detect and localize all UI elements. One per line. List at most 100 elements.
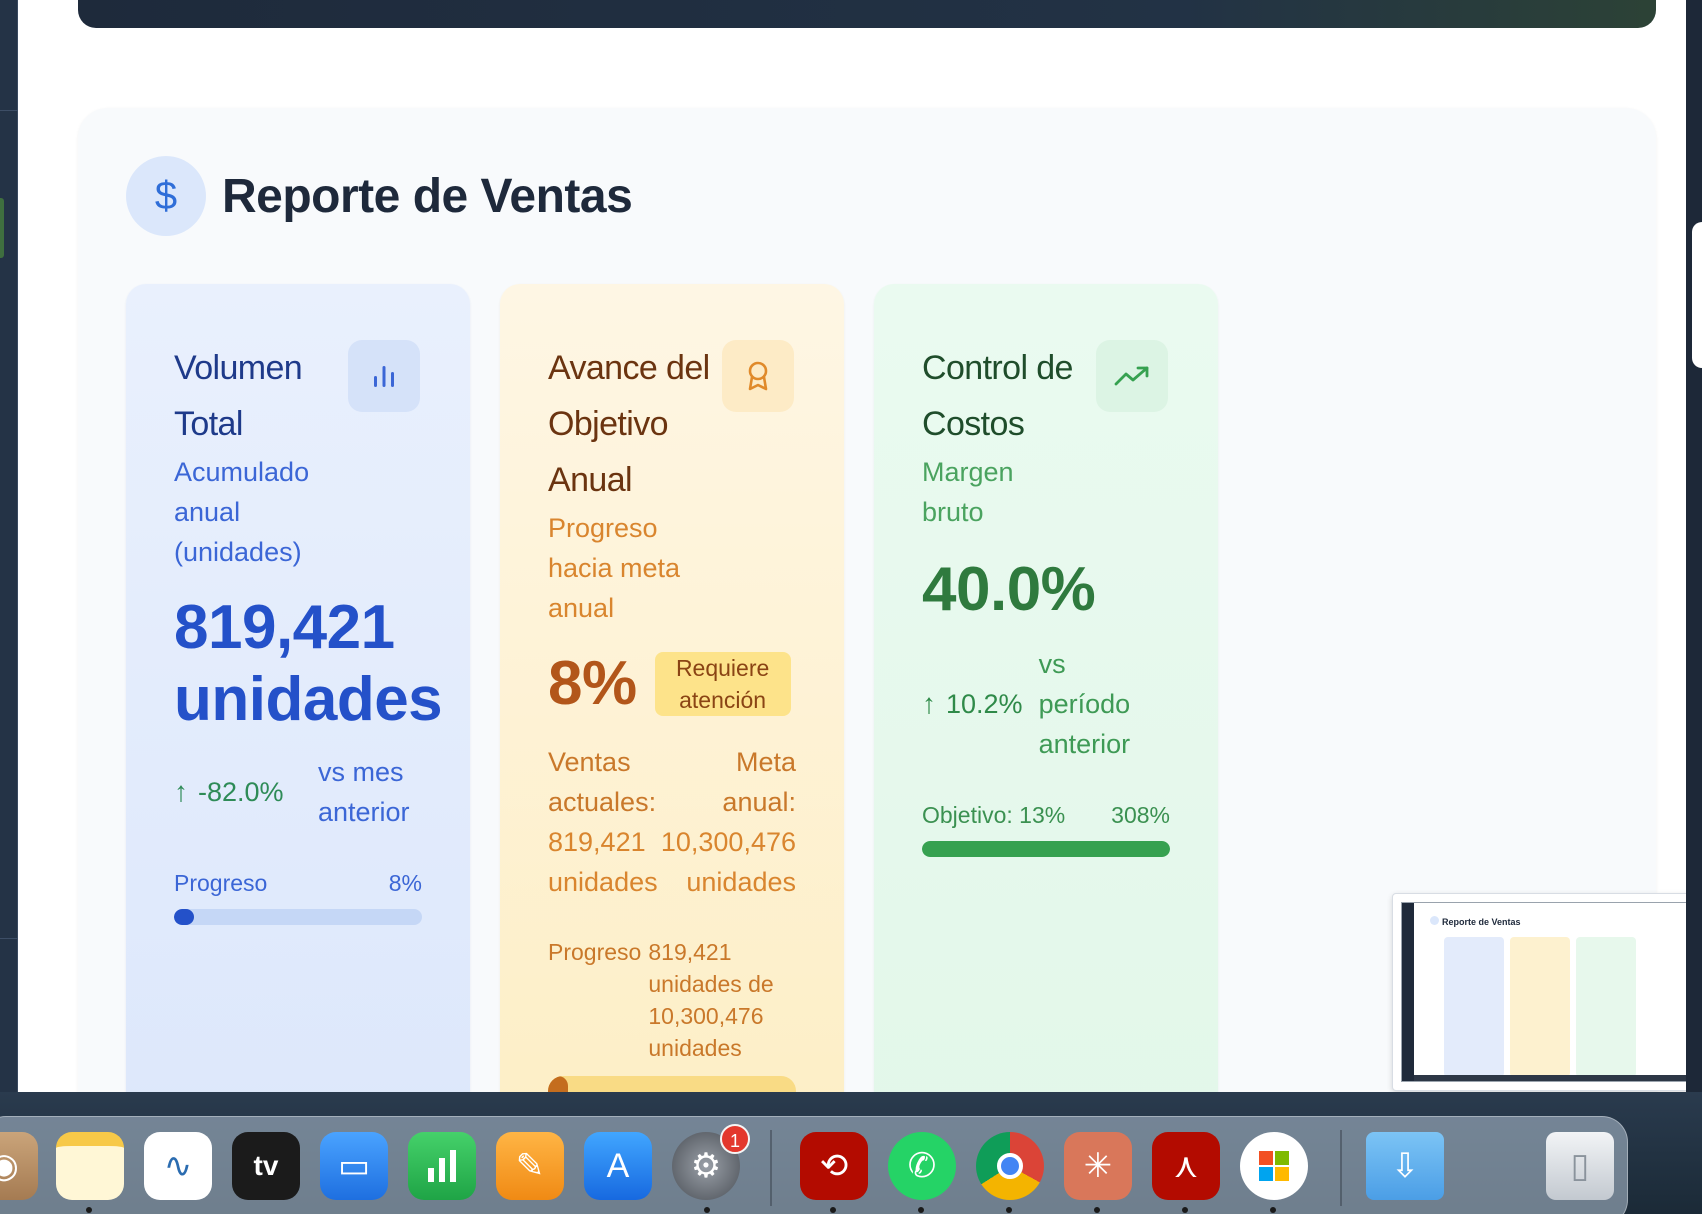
card-value: 819,421 unidades <box>174 593 443 734</box>
progress-bar <box>548 1076 796 1092</box>
section-title: Reporte de Ventas <box>222 169 633 223</box>
acrobat-icon[interactable]: ⋏ <box>1152 1132 1220 1200</box>
progress-row: Progreso 8% <box>174 870 422 897</box>
window-preview-thumbnail[interactable]: Reporte de Ventas <box>1392 893 1686 1091</box>
objective-bar-fill <box>922 841 1170 857</box>
running-indicator <box>918 1207 924 1213</box>
whatsapp-icon[interactable]: ✆ <box>888 1132 956 1200</box>
arrow-up-icon: ↑ <box>922 688 936 719</box>
objective-percent: 308% <box>1111 802 1170 828</box>
card-value: 8% <box>548 649 637 718</box>
running-indicator <box>1094 1207 1100 1213</box>
annual-target-label: Meta anual: <box>722 747 796 817</box>
running-indicator <box>1006 1207 1012 1213</box>
app-store-icon[interactable]: A <box>584 1132 652 1200</box>
dock-separator <box>1340 1130 1342 1206</box>
top-banner <box>78 0 1656 28</box>
value-row: 8% Requiere atención <box>548 648 796 720</box>
app-window: $ Reporte de Ventas Volumen Total Acumul… <box>18 0 1686 1092</box>
progress-label: Progreso <box>548 939 642 965</box>
microsoft-installer-icon[interactable] <box>1240 1132 1308 1200</box>
current-sales-label: Ventas actuales: <box>548 747 657 817</box>
card-cost-control: Control de Costos Margen bruto 40.0% ↑ 1… <box>874 284 1218 1092</box>
sales-vs-target: Ventas actuales: 819,421 unidades Meta a… <box>548 742 796 902</box>
award-ribbon-icon <box>722 340 794 412</box>
progress-bar <box>174 909 422 925</box>
trend-row: ↑ 10.2% vs período anterior <box>922 644 1170 764</box>
progress-row: Progreso 819,421 unidades de 10,300,476 … <box>548 936 796 1064</box>
trend-change-value: 10.2% <box>946 688 1023 719</box>
progress-detail: 819,421 unidades de 10,300,476 unidades <box>648 939 774 1061</box>
dollar-icon <box>1430 916 1439 925</box>
current-sales-value: 819,421 unidades <box>548 827 658 897</box>
keynote-icon[interactable]: ▭ <box>320 1132 388 1200</box>
running-indicator <box>704 1207 710 1213</box>
card-annual-goal: Avance del Objetivo Anual Progreso hacia… <box>500 284 844 1092</box>
running-indicator <box>830 1207 836 1213</box>
sidebar-edge <box>0 0 18 1092</box>
sidebar-divider <box>0 110 18 111</box>
card-title: Avance del Objetivo Anual <box>548 349 710 499</box>
card-header: Avance del Objetivo Anual <box>548 340 796 508</box>
card-header: Control de Costos <box>922 340 1170 452</box>
preview-content: Reporte de Ventas <box>1401 902 1686 1082</box>
numbers-icon[interactable] <box>408 1132 476 1200</box>
running-indicator <box>86 1207 92 1213</box>
dock-separator <box>770 1130 772 1206</box>
chrome-icon[interactable] <box>976 1132 1044 1200</box>
notes-icon[interactable] <box>56 1132 124 1200</box>
trending-up-icon <box>1096 340 1168 412</box>
running-indicator <box>1182 1207 1188 1213</box>
objective-label: Objetivo: 13% <box>922 802 1066 828</box>
card-title: Volumen Total <box>174 349 303 443</box>
section-header: $ Reporte de Ventas <box>126 156 633 236</box>
preview-card <box>1510 937 1570 1077</box>
card-title: Control de Costos <box>922 349 1073 443</box>
objective-bar <box>922 841 1170 857</box>
right-edge <box>1686 0 1702 1104</box>
appletv-label: tv <box>253 1150 279 1181</box>
objective-row: Objetivo: 13% 308% <box>922 802 1170 829</box>
card-volume-total: Volumen Total Acumulado anual (unidades)… <box>126 284 470 1092</box>
trend-row: ↑ -82.0% vs mes anterior <box>174 752 422 832</box>
progress-percent: 8% <box>388 870 422 896</box>
trend-change: ↑ -82.0% <box>174 772 284 812</box>
bar-chart-icon <box>348 340 420 412</box>
freeform-icon[interactable]: ∿ <box>144 1132 212 1200</box>
notification-badge: 1 <box>720 1124 750 1154</box>
preview-card <box>1576 937 1636 1077</box>
card-value: 40.0% <box>922 555 1096 624</box>
downloads-folder-icon[interactable]: ⇩ <box>1366 1132 1444 1200</box>
card-subtitle: Acumulado anual (unidades) <box>174 457 310 567</box>
progress-label: Progreso <box>174 870 268 896</box>
trend-label: vs mes anterior <box>318 757 410 827</box>
card-subtitle: Progreso hacia meta anual <box>548 513 681 623</box>
arrow-up-icon: ↑ <box>174 776 188 807</box>
acrobat-sync-icon[interactable]: ⟲ <box>800 1132 868 1200</box>
trend-change: ↑ 10.2% <box>922 684 1023 724</box>
status-badge: Requiere atención <box>654 652 791 716</box>
progress-bar-fill <box>174 909 194 925</box>
progress-bar-fill <box>548 1076 568 1092</box>
card-header: Volumen Total <box>174 340 422 452</box>
running-indicator <box>1270 1207 1276 1213</box>
appletv-icon[interactable]: tv <box>232 1132 300 1200</box>
preview-card <box>1444 937 1504 1077</box>
preview-title: Reporte de Ventas <box>1442 917 1521 927</box>
trend-change-value: -82.0% <box>198 776 284 807</box>
contacts-icon[interactable]: ◉ <box>0 1132 38 1200</box>
claude-icon[interactable]: ✳ <box>1064 1132 1132 1200</box>
annual-target-value: 10,300,476 unidades <box>660 827 796 897</box>
card-subtitle: Margen bruto <box>922 457 1014 527</box>
sidebar-divider <box>0 938 18 939</box>
preview-sidebar <box>1402 903 1414 1081</box>
current-sales: Ventas actuales: 819,421 unidades <box>548 742 659 902</box>
annual-target: Meta anual: 10,300,476 unidades <box>659 742 796 902</box>
dollar-icon: $ <box>126 156 206 236</box>
trash-icon[interactable]: ▯ <box>1546 1132 1614 1200</box>
sidebar-active-indicator <box>0 198 4 258</box>
pages-icon[interactable]: ✎ <box>496 1132 564 1200</box>
trend-label: vs período anterior <box>1038 649 1131 759</box>
preview-dock <box>1414 1075 1686 1081</box>
side-panel-handle[interactable] <box>1692 222 1702 368</box>
